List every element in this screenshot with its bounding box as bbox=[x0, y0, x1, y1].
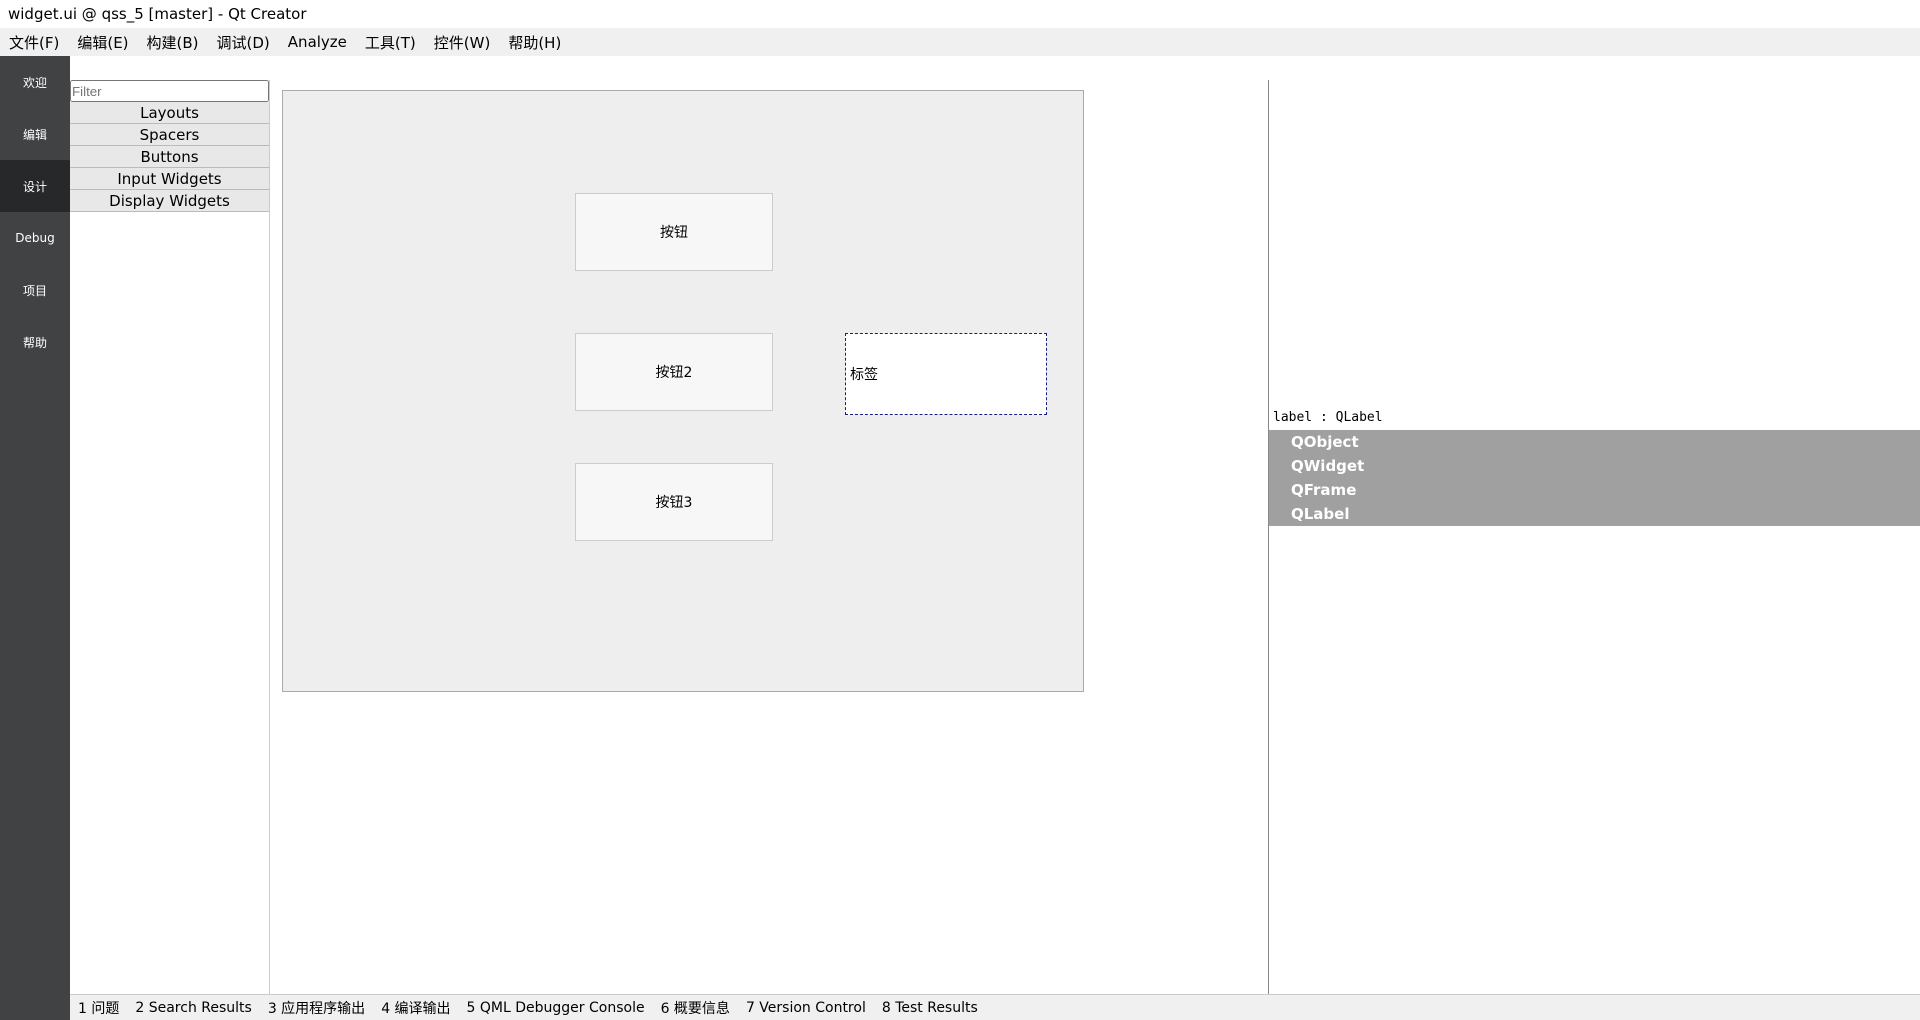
pane-issues[interactable]: 1 问题 bbox=[70, 998, 127, 1018]
form-push-button-2[interactable]: 按钮2 bbox=[575, 333, 773, 411]
window-title: widget.ui @ qss_5 [master] - Qt Creator bbox=[8, 5, 307, 23]
form-push-button-3[interactable]: 按钮3 bbox=[575, 463, 773, 541]
menu-edit[interactable]: 编辑(E) bbox=[68, 32, 137, 53]
prop-group-qobject[interactable]: QObject bbox=[1269, 430, 1920, 454]
menu-widgets[interactable]: 控件(W) bbox=[425, 32, 500, 53]
form-canvas[interactable]: 按钮 按钮2 按钮3 标签 bbox=[282, 90, 1084, 692]
pane-compile-output[interactable]: 4 编译输出 bbox=[373, 998, 458, 1018]
widgetbox-filter[interactable] bbox=[70, 80, 269, 102]
prop-group-qlabel[interactable]: QLabel bbox=[1269, 502, 1920, 526]
title-bar: widget.ui @ qss_5 [master] - Qt Creator bbox=[0, 0, 1920, 28]
category-input-widgets[interactable]: Input Widgets bbox=[70, 168, 269, 190]
property-editor: label : QLabel QObject QWidget QFrame QL… bbox=[1268, 80, 1920, 994]
category-spacers[interactable]: Spacers bbox=[70, 124, 269, 146]
mode-projects[interactable]: 项目 bbox=[0, 264, 70, 316]
menu-build[interactable]: 构建(B) bbox=[138, 32, 208, 53]
current-object-label: label : QLabel bbox=[1273, 410, 1383, 425]
category-display-widgets[interactable]: Display Widgets bbox=[70, 190, 269, 212]
pane-general-messages[interactable]: 6 概要信息 bbox=[653, 998, 738, 1018]
menu-analyze[interactable]: Analyze bbox=[279, 33, 356, 51]
prop-group-qwidget[interactable]: QWidget bbox=[1269, 454, 1920, 478]
menu-file[interactable]: 文件(F) bbox=[0, 32, 68, 53]
mode-selector: 欢迎 编辑 设计 Debug 项目 帮助 bbox=[0, 56, 70, 1020]
pane-version-control[interactable]: 7 Version Control bbox=[738, 1000, 874, 1016]
output-pane-bar: 1 问题 2 Search Results 3 应用程序输出 4 编译输出 5 … bbox=[70, 994, 1920, 1020]
widget-box: Layouts Spacers Buttons Input Widgets Di… bbox=[70, 80, 270, 994]
mode-welcome[interactable]: 欢迎 bbox=[0, 56, 70, 108]
menu-help[interactable]: 帮助(H) bbox=[499, 32, 570, 53]
pane-application-output[interactable]: 3 应用程序输出 bbox=[260, 998, 373, 1018]
form-label[interactable]: 标签 bbox=[845, 333, 1047, 415]
mode-debug[interactable]: Debug bbox=[0, 212, 70, 264]
mode-help[interactable]: 帮助 bbox=[0, 316, 70, 368]
pane-qml-console[interactable]: 5 QML Debugger Console bbox=[459, 1000, 653, 1016]
menu-bar: 文件(F) 编辑(E) 构建(B) 调试(D) Analyze 工具(T) 控件… bbox=[0, 28, 1920, 56]
form-push-button[interactable]: 按钮 bbox=[575, 193, 773, 271]
menu-tools[interactable]: 工具(T) bbox=[356, 32, 425, 53]
mode-design[interactable]: 设计 bbox=[0, 160, 70, 212]
mode-edit[interactable]: 编辑 bbox=[0, 108, 70, 160]
category-layouts[interactable]: Layouts bbox=[70, 102, 269, 124]
pane-test-results[interactable]: 8 Test Results bbox=[874, 1000, 986, 1016]
category-buttons[interactable]: Buttons bbox=[70, 146, 269, 168]
menu-debug[interactable]: 调试(D) bbox=[208, 32, 279, 53]
prop-group-qframe[interactable]: QFrame bbox=[1269, 478, 1920, 502]
pane-search-results[interactable]: 2 Search Results bbox=[127, 1000, 259, 1016]
